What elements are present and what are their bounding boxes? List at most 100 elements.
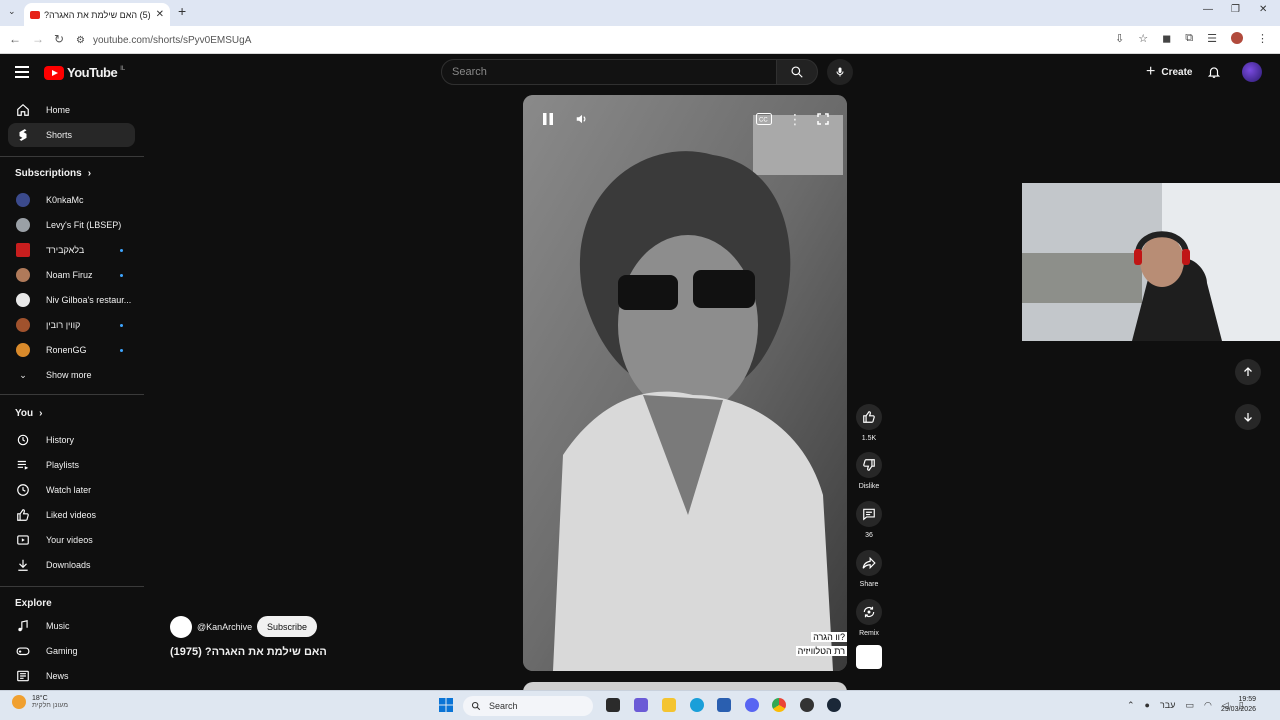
bookmark-star-icon[interactable]: ☆ [1138, 32, 1148, 45]
sidebar-item-history[interactable]: History [8, 428, 135, 452]
sidebar-channel[interactable]: קווין רובין [8, 313, 135, 337]
sidebar-channel[interactable]: Levy's Fit (LBSEP) [8, 213, 135, 237]
taskbar-search-placeholder: Search [489, 701, 518, 711]
sidebar-item-news[interactable]: News [8, 664, 135, 688]
extensions-puzzle-icon[interactable]: ⧉ [1185, 32, 1193, 45]
sidebar-channel[interactable]: K0nkaMc [8, 188, 135, 212]
sidebar-channel[interactable]: RonenGG [8, 338, 135, 362]
channel-name: Niv Gilboa's restaur... [46, 295, 132, 305]
subscribe-button[interactable]: Subscribe [257, 616, 318, 637]
taskbar-clock[interactable]: 19:59 29/03/2026 [1221, 695, 1256, 715]
sidebar-channel[interactable]: Noam Firuz [8, 263, 135, 287]
volume-button[interactable] [572, 109, 592, 129]
tab-search-icon[interactable]: ⌄ [8, 6, 16, 17]
file-explorer-icon[interactable] [662, 698, 676, 712]
sidebar-item-shorts[interactable]: Shorts [8, 123, 135, 147]
music-icon [16, 619, 30, 633]
dislike-button[interactable]: Dislike [856, 452, 882, 490]
short-title[interactable]: האם שילמת את האגרה? (1975) [170, 646, 327, 658]
you-header[interactable]: You › [15, 408, 43, 419]
like-button[interactable]: 1.5K [856, 404, 882, 442]
new-tab-button[interactable]: + [178, 3, 186, 19]
menu-hamburger-icon[interactable] [15, 66, 29, 81]
maximize-icon[interactable]: ❐ [1231, 4, 1240, 15]
chevron-up-icon[interactable]: ⌃ [1127, 700, 1135, 711]
video-caption-line: רת הטלוויזיה [795, 646, 847, 656]
show-more-button[interactable]: ⌄ Show more [8, 363, 135, 387]
next-short-button[interactable] [1235, 404, 1261, 430]
notifications-button[interactable] [1207, 64, 1221, 85]
sound-source-thumbnail[interactable] [856, 645, 882, 669]
subscriptions-header[interactable]: Subscriptions › [15, 168, 91, 179]
teams-icon[interactable] [634, 698, 648, 712]
wifi-icon[interactable]: ◠ [1204, 700, 1212, 711]
like-count: 1.5K [861, 435, 877, 442]
sidebar-item-playlists[interactable]: Playlists [8, 453, 135, 477]
channel-name: בלאקבירד [46, 245, 85, 255]
account-avatar[interactable] [1242, 62, 1262, 82]
reading-list-icon[interactable]: ☰ [1207, 32, 1217, 45]
sidebar-item-liked[interactable]: Liked videos [8, 503, 135, 527]
app-icon[interactable] [800, 698, 814, 712]
captions-button[interactable]: CC [754, 109, 774, 129]
discord-icon[interactable] [745, 698, 759, 712]
sidebar-item-your-videos[interactable]: Your videos [8, 528, 135, 552]
search-input[interactable]: Search [441, 59, 777, 85]
browser-actions: ⇩ ☆ ◼ ⧉ ☰ ⋮ [1115, 32, 1268, 45]
weather-temp: 18°C [32, 695, 48, 702]
extension-icon[interactable]: ◼ [1162, 32, 1171, 45]
voice-search-button[interactable] [827, 59, 853, 85]
history-icon [16, 433, 30, 447]
channel-avatar[interactable] [170, 616, 192, 638]
comments-button[interactable]: 36 [856, 501, 882, 539]
browser-tab-bar: ⌄ (5) האם שילמת את האגרה? ✕ + — ❐ ✕ [0, 0, 1280, 26]
more-options-button[interactable]: ⋮ [785, 109, 805, 129]
forward-icon[interactable]: → [32, 32, 44, 46]
back-icon[interactable]: ← [9, 32, 21, 46]
sidebar-item-home[interactable]: Home [8, 98, 135, 122]
install-app-icon[interactable]: ⇩ [1115, 32, 1124, 45]
menu-kebab-icon[interactable]: ⋮ [1257, 32, 1268, 45]
sidebar-channel[interactable]: בלאקבירד [8, 238, 135, 262]
reload-icon[interactable]: ↻ [54, 32, 64, 46]
sidebar-item-music[interactable]: Music [8, 614, 135, 638]
channel-handle[interactable]: @KanArchive [197, 622, 252, 632]
sidebar-label: Shorts [46, 130, 73, 140]
minimize-icon[interactable]: — [1203, 4, 1213, 15]
network-icon[interactable]: ▭ [1185, 700, 1194, 711]
microphone-tray-icon[interactable]: ● [1145, 700, 1150, 711]
sidebar-item-downloads[interactable]: Downloads [8, 553, 135, 577]
shorts-video-player[interactable]: CC ⋮ ?וו הגרה רת הטלוויזיה [523, 95, 847, 671]
sidebar-label: History [46, 435, 75, 445]
sidebar-channel[interactable]: Niv Gilboa's restaur... [8, 288, 135, 312]
channel-avatar [16, 268, 30, 282]
edge-icon[interactable] [690, 698, 704, 712]
create-button[interactable]: + Create [1136, 60, 1202, 84]
taskbar-search[interactable]: Search [463, 696, 593, 716]
pause-button[interactable] [538, 109, 558, 129]
sidebar-item-gaming[interactable]: Gaming [8, 639, 135, 663]
chrome-icon[interactable] [772, 698, 786, 712]
search-button[interactable] [776, 59, 818, 85]
youtube-logo[interactable]: YouTube IL [44, 65, 125, 80]
task-view-icon[interactable] [606, 698, 620, 712]
browser-tab[interactable]: (5) האם שילמת את האגרה? ✕ [24, 3, 170, 26]
site-info-icon[interactable]: ⚙ [76, 35, 85, 46]
clock-date: 29/03/2026 [1220, 706, 1256, 713]
steam-icon[interactable] [827, 698, 841, 712]
channel-avatar [16, 193, 30, 207]
language-indicator[interactable]: עבר [1160, 700, 1175, 711]
previous-short-button[interactable] [1235, 359, 1261, 385]
store-icon[interactable] [717, 698, 731, 712]
sidebar-item-watch-later[interactable]: Watch later [8, 478, 135, 502]
close-tab-icon[interactable]: ✕ [156, 9, 164, 20]
address-bar[interactable]: ⚙ youtube.com/shorts/sPyv0EMSUgA [76, 29, 1276, 51]
webcam-overlay [1022, 183, 1280, 341]
profile-avatar[interactable] [1231, 32, 1243, 44]
fullscreen-button[interactable] [813, 109, 833, 129]
start-button[interactable] [439, 698, 453, 717]
share-button[interactable]: Share [856, 550, 882, 588]
weather-widget[interactable]: 18°C מעונן חלקית [12, 695, 68, 709]
close-window-icon[interactable]: ✕ [1259, 4, 1267, 15]
remix-button[interactable]: Remix [856, 599, 882, 637]
